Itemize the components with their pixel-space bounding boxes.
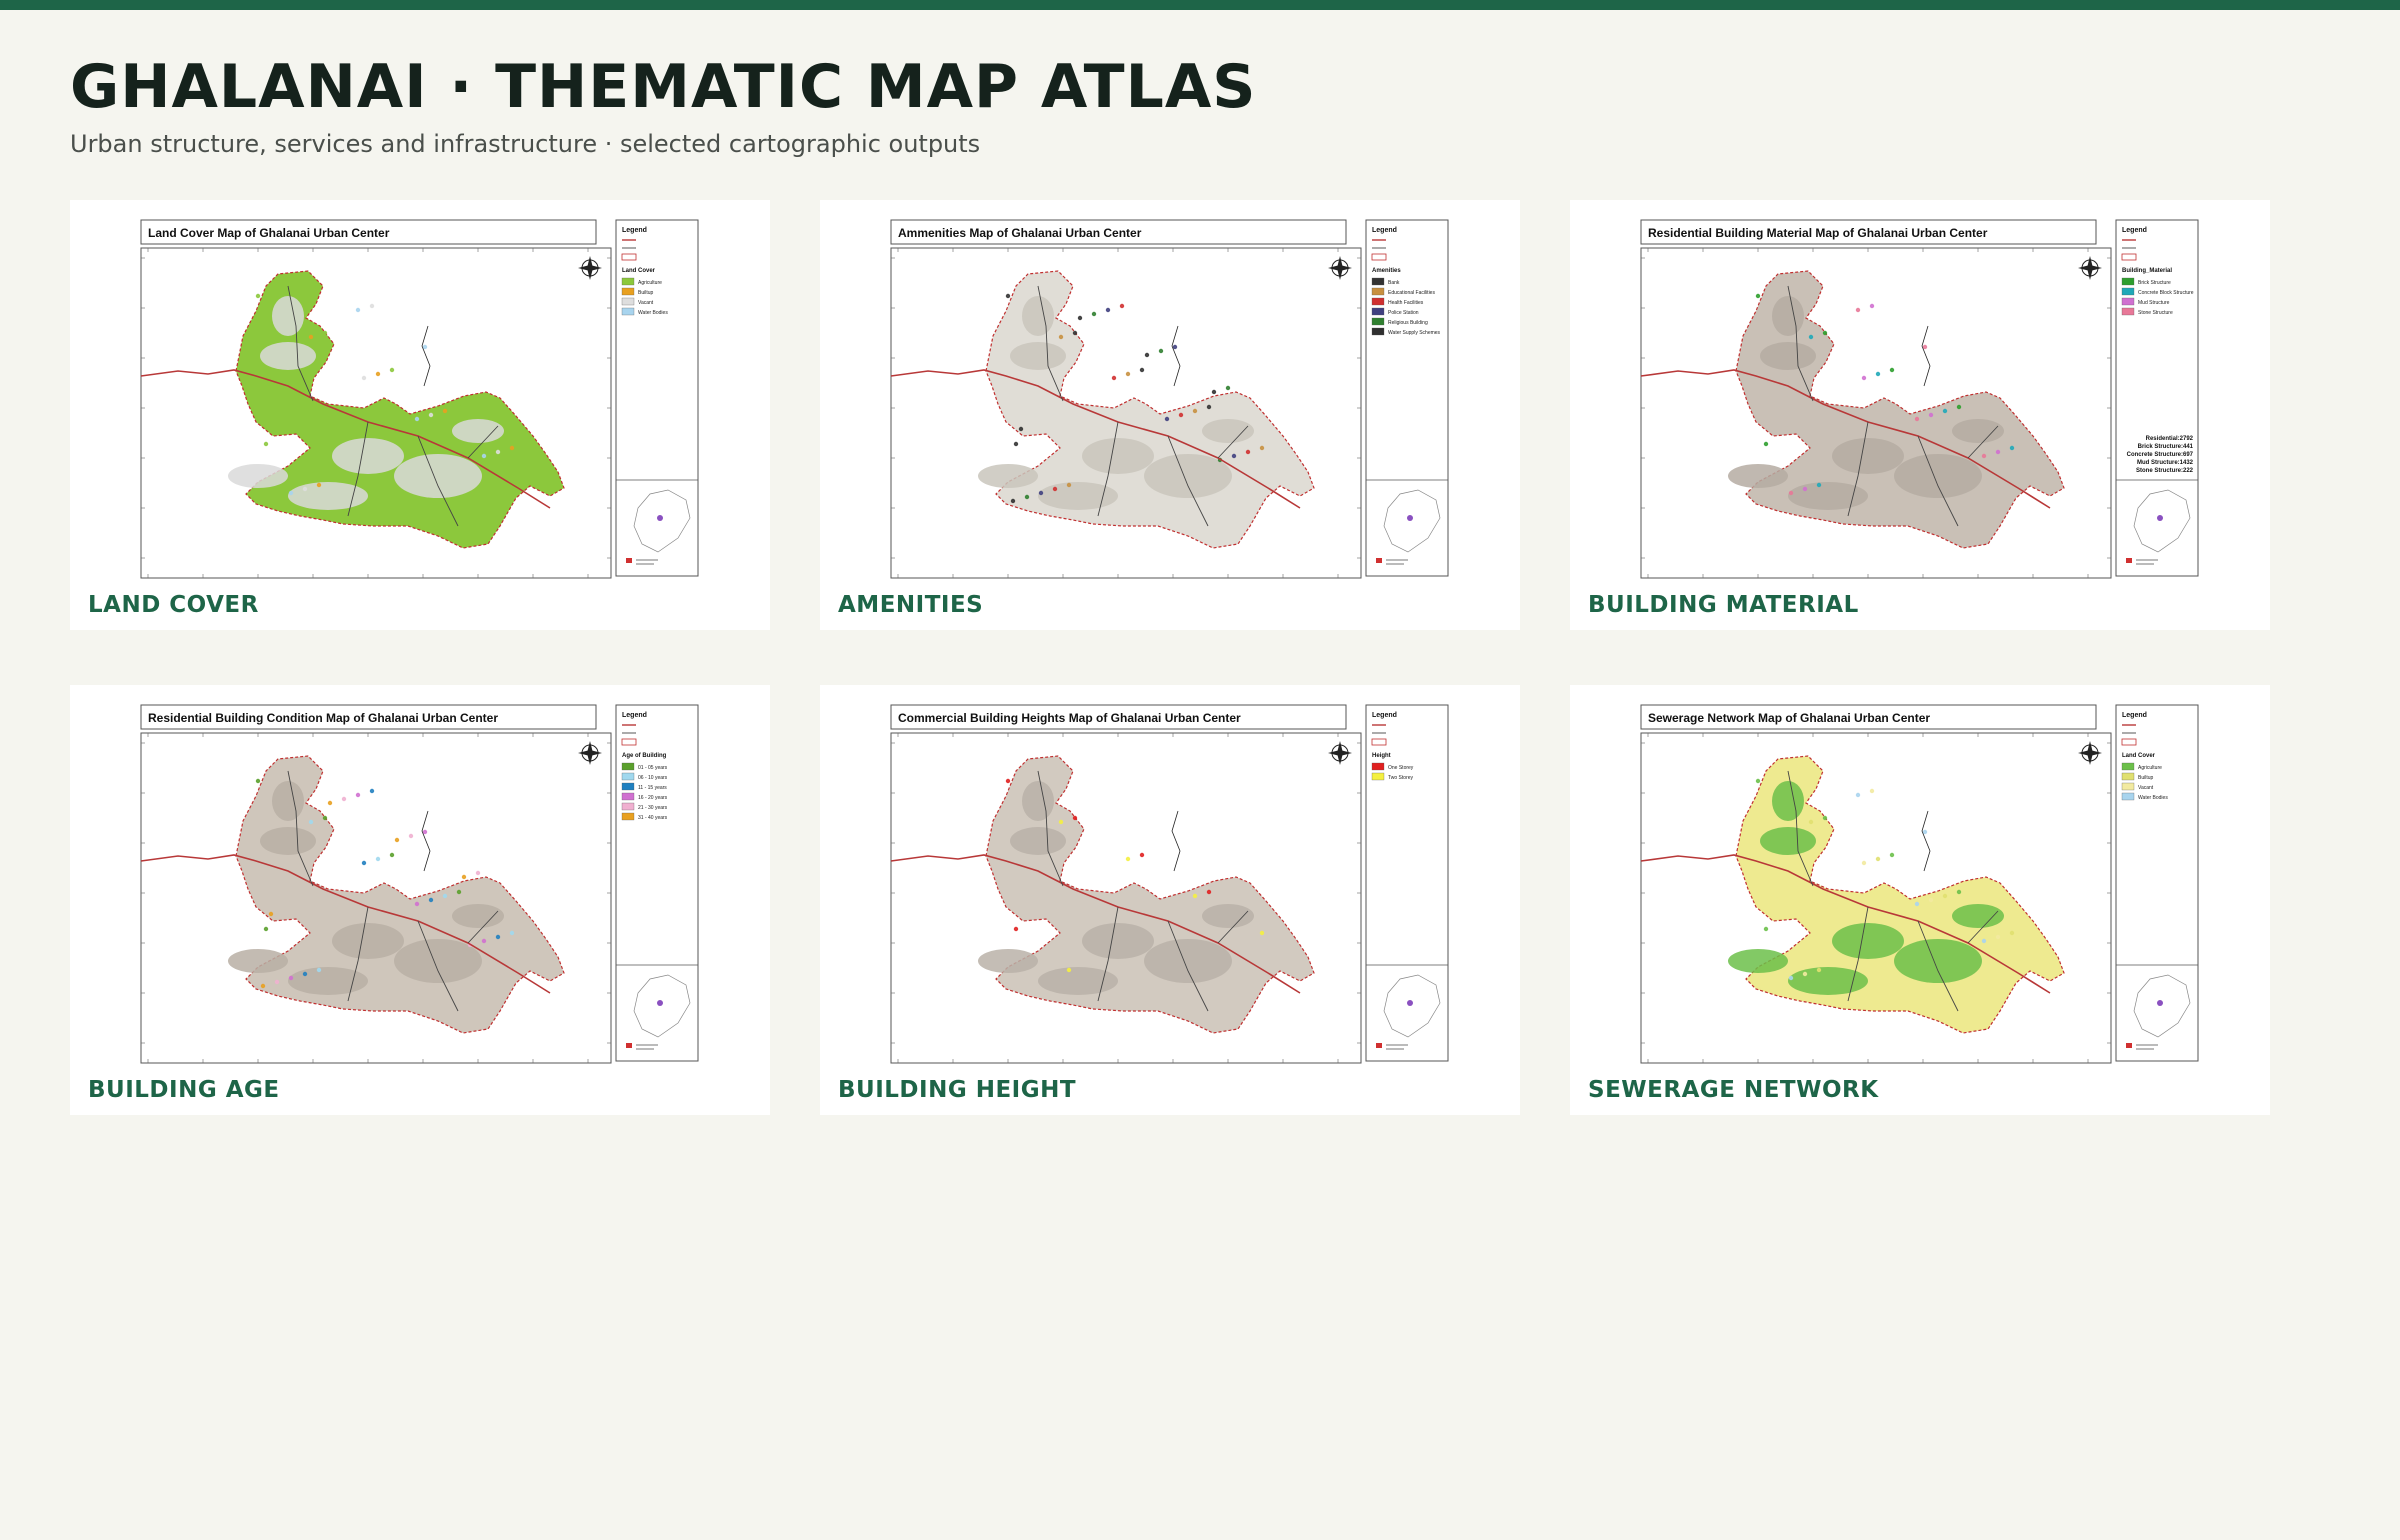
- legend-heading: Legend: [2122, 712, 2147, 719]
- map-title: Commercial Building Heights Map of Ghala…: [898, 711, 1241, 725]
- legend-swatch: [2121, 772, 2135, 781]
- legend-swatch: [621, 762, 635, 771]
- legend-swatch: [2121, 792, 2135, 801]
- map-caption: BUILDING MATERIAL: [1588, 592, 1859, 618]
- map-caption: LAND COVER: [88, 592, 259, 618]
- legend-heading: Legend: [622, 227, 647, 234]
- legend-item-label: Two Storey: [1388, 775, 1414, 781]
- legend-item-label: Stone Structure: [2138, 310, 2173, 316]
- map-card[interactable]: Commercial Building Heights Map of Ghala…: [820, 685, 1520, 1115]
- top-accent-bar: [0, 0, 2400, 10]
- legend-swatch: [1371, 772, 1385, 781]
- legend-item-label: Water Supply Schemes: [1388, 330, 1441, 336]
- legend-swatch: [621, 782, 635, 791]
- map-title: Sewerage Network Map of Ghalanai Urban C…: [1648, 711, 1930, 725]
- legend-swatch: [621, 287, 635, 296]
- map-card[interactable]: Sewerage Network Map of Ghalanai Urban C…: [1570, 685, 2270, 1115]
- map-card[interactable]: Ammenities Map of Ghalanai Urban Center L…: [820, 200, 1520, 630]
- thematic-map-image: Ammenities Map of Ghalanai Urban Center L…: [888, 218, 1450, 584]
- map-title: Residential Building Material Map of Gha…: [1648, 226, 1988, 240]
- legend-item-label: Water Bodies: [638, 310, 668, 316]
- legend-item-label: 16 - 20 years: [638, 795, 668, 801]
- legend-section-title: Height: [1372, 753, 1391, 759]
- stat-line: Concrete Structure:697: [2127, 452, 2194, 458]
- legend-item-label: Mud Structure: [2138, 300, 2170, 306]
- legend-item-label: Vacant: [638, 300, 654, 306]
- map-caption: AMENITIES: [838, 592, 984, 618]
- map-caption: BUILDING HEIGHT: [838, 1077, 1077, 1103]
- legend-section-title: Land Cover: [2122, 753, 2156, 759]
- legend-swatch: [1371, 327, 1385, 336]
- legend-item-label: Religious Building: [1388, 320, 1428, 326]
- legend-swatch: [2121, 297, 2135, 306]
- legend-swatch: [1371, 277, 1385, 286]
- thematic-map-image: Residential Building Material Map of Gha…: [1638, 218, 2200, 584]
- map-title: Residential Building Condition Map of Gh…: [148, 711, 498, 725]
- legend-item-label: Builtup: [638, 290, 654, 296]
- legend-swatch: [2121, 762, 2135, 771]
- legend-item-label: Bank: [1388, 280, 1400, 286]
- map-card[interactable]: Residential Building Condition Map of Gh…: [70, 685, 770, 1115]
- legend-swatch: [1371, 317, 1385, 326]
- legend-item-label: Agriculture: [638, 280, 662, 286]
- legend-item-label: Educational Facilities: [1388, 290, 1435, 296]
- legend-swatch: [621, 772, 635, 781]
- legend-item-label: 21 - 30 years: [638, 805, 668, 811]
- map-title: Land Cover Map of Ghalanai Urban Center: [148, 226, 390, 240]
- legend-swatch: [621, 802, 635, 811]
- legend-section-title: Land Cover: [622, 268, 656, 274]
- map-card[interactable]: Land Cover Map of Ghalanai Urban Center L…: [70, 200, 770, 630]
- stat-line: Residential:2792: [2146, 436, 2194, 442]
- legend-heading: Legend: [1372, 227, 1397, 234]
- page-title: GHALANAI · THEMATIC MAP ATLAS: [70, 52, 1257, 122]
- legend-swatch: [2121, 277, 2135, 286]
- legend-swatch: [1371, 297, 1385, 306]
- legend-item-label: Builtup: [2138, 775, 2154, 781]
- legend-swatch: [1371, 762, 1385, 771]
- legend-item-label: 11 - 15 years: [638, 785, 667, 791]
- legend-item-label: Concrete Block Structure: [2138, 290, 2194, 296]
- thematic-map-image: Land Cover Map of Ghalanai Urban Center L…: [138, 218, 700, 584]
- page-subtitle: Urban structure, services and infrastruc…: [70, 130, 981, 158]
- legend-item-label: Agriculture: [2138, 765, 2162, 771]
- stat-line: Brick Structure:441: [2138, 444, 2194, 450]
- legend-swatch: [1371, 307, 1385, 316]
- legend-swatch: [621, 792, 635, 801]
- legend-item-label: Water Bodies: [2138, 795, 2168, 801]
- legend-swatch: [2121, 307, 2135, 316]
- thematic-map-image: Commercial Building Heights Map of Ghala…: [888, 703, 1450, 1069]
- legend-item-label: Brick Structure: [2138, 280, 2171, 286]
- stat-line: Mud Structure:1432: [2137, 460, 2194, 466]
- map-caption: BUILDING AGE: [88, 1077, 280, 1103]
- legend-item-label: One Storey: [1388, 765, 1414, 771]
- legend-heading: Legend: [622, 712, 647, 719]
- map-caption: SEWERAGE NETWORK: [1588, 1077, 1879, 1103]
- legend-swatch: [1371, 287, 1385, 296]
- legend-heading: Legend: [1372, 712, 1397, 719]
- thematic-map-image: Sewerage Network Map of Ghalanai Urban C…: [1638, 703, 2200, 1069]
- legend-swatch: [621, 307, 635, 316]
- legend-item-label: 01 - 05 years: [638, 765, 668, 771]
- legend-item-label: 06 - 10 years: [638, 775, 668, 781]
- legend-swatch: [2121, 287, 2135, 296]
- legend-item-label: Vacant: [2138, 785, 2154, 791]
- map-title: Ammenities Map of Ghalanai Urban Center: [898, 226, 1142, 240]
- legend-item-label: 31 - 40 years: [638, 815, 668, 821]
- legend-item-label: Police Station: [1388, 310, 1419, 316]
- legend-swatch: [621, 297, 635, 306]
- map-card[interactable]: Residential Building Material Map of Gha…: [1570, 200, 2270, 630]
- legend-section-title: Age of Building: [622, 753, 667, 759]
- legend-section-title: Amenities: [1372, 268, 1401, 274]
- stat-line: Stone Structure:222: [2136, 468, 2194, 474]
- legend-item-label: Health Facilities: [1388, 300, 1424, 306]
- legend-swatch: [2121, 782, 2135, 791]
- legend-section-title: Building_Material: [2122, 268, 2172, 274]
- legend-swatch: [621, 812, 635, 821]
- thematic-map-image: Residential Building Condition Map of Gh…: [138, 703, 700, 1069]
- legend-swatch: [621, 277, 635, 286]
- legend-heading: Legend: [2122, 227, 2147, 234]
